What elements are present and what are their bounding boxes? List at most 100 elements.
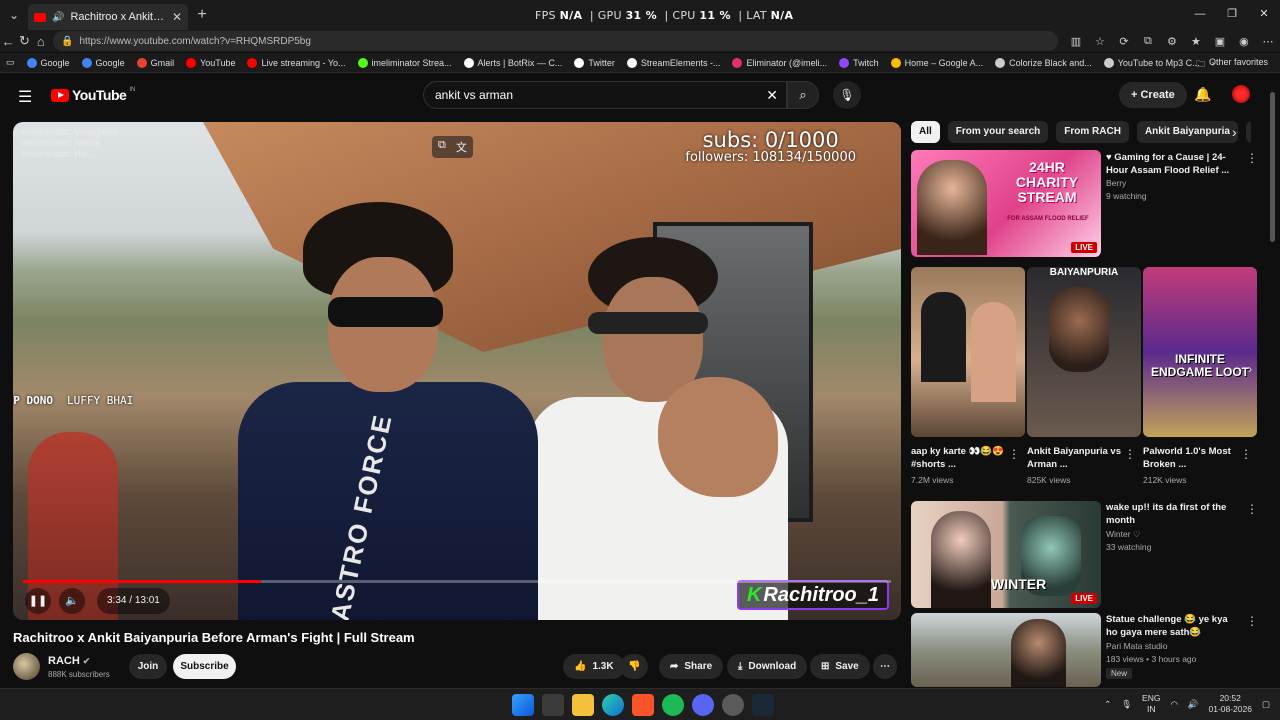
related-video-channel[interactable]: Winter ♡	[1106, 528, 1141, 541]
short-thumbnail[interactable]	[911, 267, 1025, 437]
channel-name[interactable]: RACH ✔	[48, 655, 90, 667]
refresh-icon[interactable]: ↻	[16, 33, 32, 49]
short-title[interactable]: Ankit Baiyanpuria vs Arman ...	[1027, 445, 1122, 471]
file-explorer-icon[interactable]	[572, 694, 594, 716]
clear-search-icon[interactable]: ✕	[766, 87, 778, 104]
more-actions-button[interactable]: ⋯	[873, 654, 897, 679]
search-button[interactable]: ⌕	[787, 81, 819, 109]
language-indicator[interactable]: ENG IN	[1142, 693, 1160, 715]
new-tab-button[interactable]: +	[188, 6, 216, 24]
browser-tab-active[interactable]: 🔊 Rachitroo x Ankit Baiyanpuria ✕	[28, 4, 188, 30]
network-icon[interactable]: ◠	[1170, 699, 1177, 710]
address-bar[interactable]: 🔒 https://www.youtube.com/watch?v=RHQMSR…	[52, 31, 1058, 51]
chip-from-rach[interactable]: From RACH	[1056, 121, 1129, 143]
video-thumbnail[interactable]: 24HR CHARITY STREAM FOR ASSAM FLOOD RELI…	[911, 150, 1101, 257]
windows-start-icon[interactable]	[512, 694, 534, 716]
short-menu-icon[interactable]: ⋮	[1124, 447, 1136, 461]
video-thumbnail[interactable]: WINTER LIVE	[911, 501, 1101, 608]
bookmark-item[interactable]: Google	[81, 57, 125, 68]
obs-icon[interactable]	[722, 694, 744, 716]
edge-browser-icon[interactable]	[602, 694, 624, 716]
clock[interactable]: 20:52 01-08-2026	[1208, 693, 1251, 715]
scrollbar-thumb[interactable]	[1270, 92, 1275, 242]
shorts-next-chevron-icon[interactable]: ›	[1248, 362, 1252, 376]
favorites-icon[interactable]: ★	[1184, 35, 1208, 48]
steam-icon[interactable]	[752, 694, 774, 716]
notifications-icon[interactable]: ▢	[1262, 699, 1270, 710]
miniplayer-icon[interactable]: ⧉	[438, 139, 446, 155]
voice-search-button[interactable]: 🎙	[833, 81, 861, 109]
create-button[interactable]: + Create	[1119, 82, 1187, 108]
short-title[interactable]: aap ky karte 👀😂😍 #shorts ...	[911, 445, 1006, 471]
bookmark-item[interactable]: Colorize Black and...	[995, 57, 1092, 68]
brave-browser-icon[interactable]	[632, 694, 654, 716]
minimize-icon[interactable]: —	[1184, 0, 1216, 30]
widgets-icon[interactable]	[542, 694, 564, 716]
like-button[interactable]: 👍 1.3K	[563, 654, 625, 679]
refresh-page-icon[interactable]: ⟳	[1112, 35, 1136, 48]
notifications-bell-icon[interactable]: 🔔	[1194, 86, 1211, 103]
video-thumbnail[interactable]	[911, 613, 1101, 687]
maximize-icon[interactable]: ❐	[1216, 0, 1248, 30]
translate-icon[interactable]: 文	[456, 139, 467, 155]
chips-next-chevron-icon[interactable]: ›	[1232, 121, 1237, 143]
split-screen-icon[interactable]: ▥	[1064, 35, 1088, 48]
page-scrollbar[interactable]	[1270, 82, 1275, 682]
tray-overflow-icon[interactable]: ⌃	[1104, 699, 1111, 710]
bookmark-item[interactable]: YouTube	[186, 57, 235, 68]
bookmark-item[interactable]: Twitch	[839, 57, 879, 68]
related-video-channel[interactable]: Berry	[1106, 177, 1126, 190]
spotify-icon[interactable]	[662, 694, 684, 716]
related-video-title[interactable]: ♥ Gaming for a Cause | 24-Hour Assam Flo…	[1106, 151, 1238, 177]
extensions-icon[interactable]: ⧉	[1136, 35, 1160, 48]
youtube-logo[interactable]: YouTube IN	[51, 87, 135, 103]
back-icon[interactable]: ←	[0, 34, 16, 49]
more-options-icon[interactable]: ⋯	[1256, 35, 1280, 48]
bookmark-item[interactable]: Eliminator (@imeli...	[732, 57, 827, 68]
short-menu-icon[interactable]: ⋮	[1008, 447, 1020, 461]
channel-avatar[interactable]	[13, 653, 40, 680]
volume-tray-icon[interactable]: 🔊	[1188, 699, 1199, 710]
related-video-title[interactable]: Statue challenge 😂 ye kya ho gaya mere s…	[1106, 613, 1238, 639]
related-video-title[interactable]: wake up!! its da first of the month	[1106, 501, 1238, 527]
share-button[interactable]: ➦ Share	[659, 654, 724, 679]
mic-tray-icon[interactable]: 🎙	[1121, 699, 1132, 710]
favorite-star-icon[interactable]: ☆	[1088, 35, 1112, 48]
reading-list-icon[interactable]: ▭	[6, 57, 15, 68]
related-video-channel[interactable]: Pari Mata studio	[1106, 640, 1167, 653]
video-menu-icon[interactable]: ⋮	[1246, 614, 1258, 628]
bookmark-item[interactable]: StreamElements -...	[626, 57, 720, 68]
pause-button[interactable]: ❚❚	[25, 588, 51, 614]
chip-from-your-search[interactable]: From your search	[947, 121, 1049, 143]
close-window-icon[interactable]: ✕	[1248, 0, 1280, 30]
bookmark-item[interactable]: Live streaming - Yo...	[247, 57, 346, 68]
short-thumbnail[interactable]: INFINITE ENDGAME LOOT	[1143, 267, 1257, 437]
chip-ankit-baiyanpuria[interactable]: Ankit Baiyanpuria	[1136, 121, 1238, 143]
sync-icon[interactable]: ⚙	[1160, 35, 1184, 48]
home-icon[interactable]: ⌂	[33, 34, 49, 49]
collections-icon[interactable]: ▣	[1208, 35, 1232, 48]
short-menu-icon[interactable]: ⋮	[1240, 447, 1252, 461]
download-button[interactable]: ⤓ Download	[727, 654, 808, 679]
bookmark-item[interactable]: Twitter	[574, 57, 615, 68]
dislike-button[interactable]: 👎	[620, 654, 649, 679]
join-button[interactable]: Join	[129, 654, 167, 679]
subscribe-button[interactable]: Subscribe	[173, 654, 236, 679]
video-menu-icon[interactable]: ⋮	[1246, 502, 1258, 516]
short-thumbnail[interactable]: BAIYANPURIA	[1027, 267, 1141, 437]
chip-all[interactable]: All	[911, 121, 940, 143]
discord-icon[interactable]	[692, 694, 714, 716]
save-button[interactable]: ⊞ Save	[810, 654, 870, 679]
bookmark-item[interactable]: Google	[26, 57, 70, 68]
tab-list-chevron-icon[interactable]: ⌄	[0, 8, 28, 22]
search-input[interactable]: ankit vs arman ✕	[423, 81, 787, 109]
volume-button[interactable]: 🔈	[59, 588, 85, 614]
tab-close-icon[interactable]: ✕	[172, 10, 182, 24]
bookmark-item[interactable]: Gmail	[136, 57, 174, 68]
short-title[interactable]: Palworld 1.0's Most Broken ...	[1143, 445, 1238, 471]
other-favorites[interactable]: 🗀 Other favorites	[1196, 57, 1268, 73]
bookmark-item[interactable]: Alerts | BotRix — C...	[463, 57, 562, 68]
bookmark-item[interactable]: Home – Google A...	[890, 57, 983, 68]
user-avatar[interactable]	[1232, 85, 1250, 103]
menu-hamburger-icon[interactable]: ☰	[18, 87, 32, 107]
